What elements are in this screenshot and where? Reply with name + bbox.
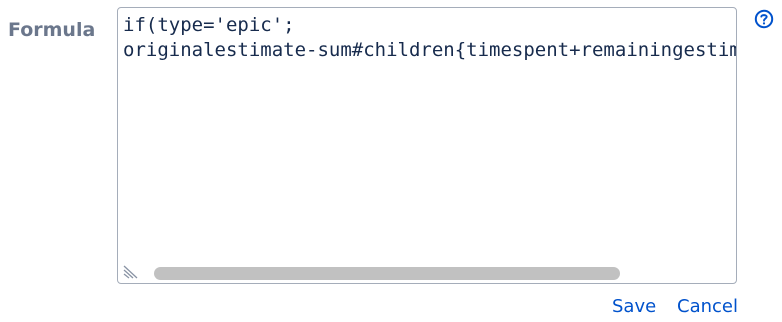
formula-textarea[interactable]: if(type='epic'; originalestimate-sum#chi… (117, 7, 737, 284)
cancel-button[interactable]: Cancel (677, 296, 738, 317)
question-circle-icon[interactable] (754, 9, 774, 29)
scrollbar-thumb[interactable] (154, 267, 620, 280)
save-button[interactable]: Save (612, 296, 656, 317)
formula-label: Formula (8, 19, 96, 41)
resize-grip-icon[interactable] (122, 265, 140, 279)
formula-text[interactable]: if(type='epic'; originalestimate-sum#chi… (123, 13, 736, 63)
horizontal-scrollbar[interactable] (152, 266, 734, 280)
